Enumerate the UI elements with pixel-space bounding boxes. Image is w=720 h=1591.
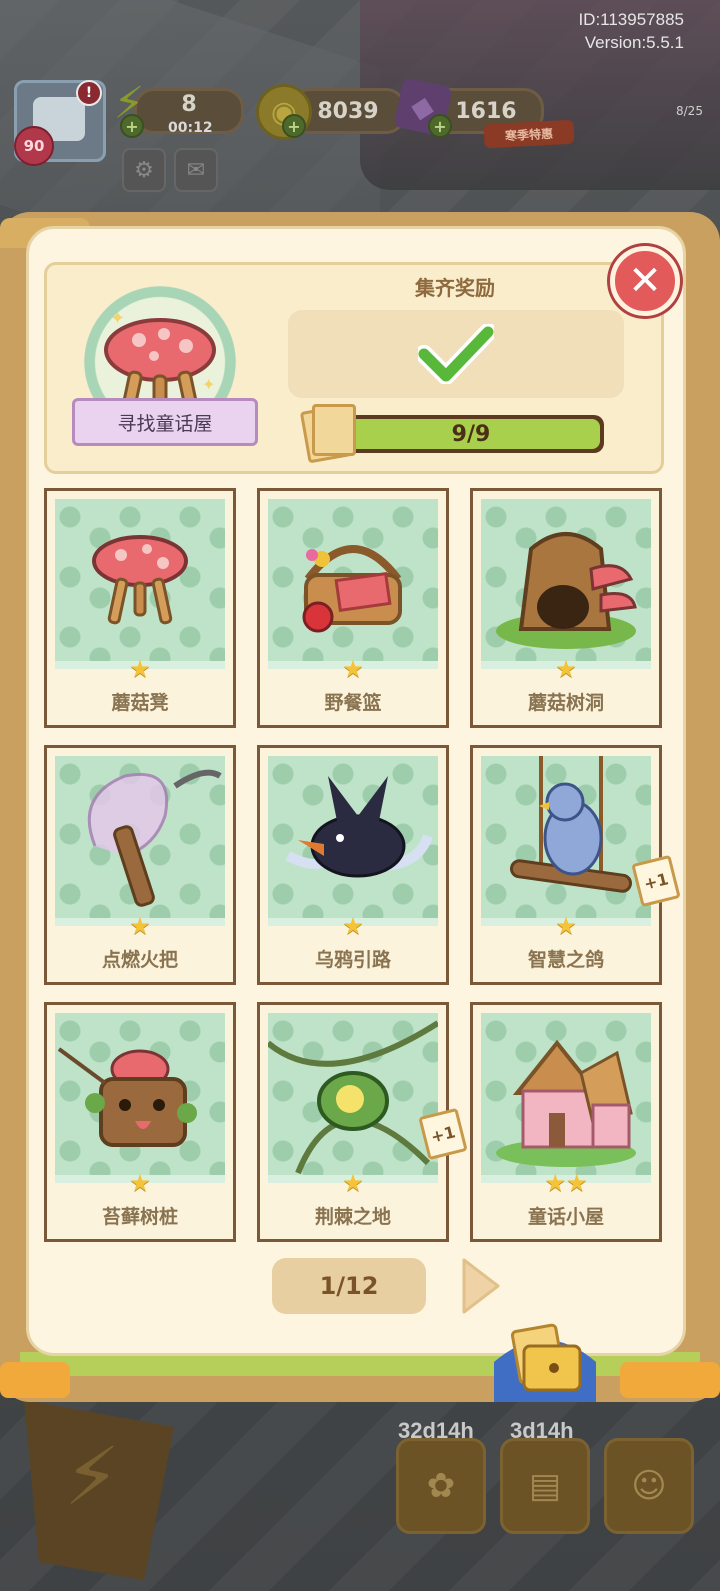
mail-icon[interactable]: ✉ — [174, 148, 218, 192]
svg-text:✦: ✦ — [202, 375, 215, 394]
album-card[interactable]: ★ 蘑菇凳 — [44, 488, 236, 728]
checkmark-icon — [288, 310, 624, 398]
version-label: Version:5.5.1 — [584, 33, 684, 52]
mushroom-tree-hollow-art — [496, 532, 637, 649]
settings-gear-icon[interactable]: ⚙ — [122, 148, 166, 192]
lightning-icon: ⚡ — [64, 1430, 121, 1523]
chevron-right-icon — [462, 1258, 500, 1314]
avatar-alert-icon: ! — [76, 80, 102, 106]
torch-art — [87, 769, 222, 907]
moss-stump-art — [57, 1047, 197, 1147]
card-name: 荆棘之地 — [314, 1206, 391, 1228]
collection-progress-bar: 9/9 — [338, 415, 604, 453]
album-card[interactable]: ★ 野餐篮 — [257, 488, 449, 728]
card-name: 野餐篮 — [324, 692, 382, 714]
album-card[interactable]: ★ 蘑菇树洞 — [470, 488, 662, 728]
book-corner-right — [620, 1362, 720, 1398]
card-name: 童话小屋 — [527, 1206, 604, 1228]
book-corner-left — [0, 1362, 70, 1398]
close-icon: ✕ — [628, 258, 662, 304]
album-button[interactable] — [490, 1322, 600, 1402]
card-artwork — [55, 756, 225, 926]
rarity-stars: ★★ — [544, 1169, 588, 1197]
card-name: 蘑菇树洞 — [527, 692, 604, 714]
add-gems-icon[interactable]: + — [428, 114, 452, 138]
add-coins-icon[interactable]: + — [282, 114, 306, 138]
event-progress: 8/25 — [676, 104, 703, 118]
card-name: 智慧之鸽 — [527, 949, 604, 971]
rarity-stars: ★ — [342, 912, 364, 940]
coin-value: 8039 — [317, 98, 379, 124]
thorn-land-art — [268, 1020, 438, 1175]
gem-value: 1616 — [455, 98, 517, 124]
progress-text: 9/9 — [451, 421, 491, 447]
card-artwork — [481, 756, 651, 926]
rarity-stars: ★ — [129, 655, 151, 683]
card-artwork — [268, 756, 438, 926]
energy-timer: 00:12 — [168, 120, 213, 136]
flower-event-button[interactable]: ✿ — [396, 1438, 486, 1534]
mushroom-stool-art — [92, 535, 188, 625]
next-page-button[interactable] — [458, 1256, 504, 1316]
build-info: ID:113957885 Version:5.5.1 — [578, 8, 684, 54]
event-sale-tag[interactable]: 寒季特惠 — [483, 119, 575, 149]
picnic-basket-art — [302, 545, 402, 633]
energy-value: 8 — [181, 91, 197, 117]
reward-box — [288, 310, 624, 398]
card-artwork — [268, 1013, 438, 1183]
card-artwork — [481, 1013, 651, 1183]
album-card[interactable]: ★ 点燃火把 — [44, 745, 236, 985]
card-artwork — [268, 499, 438, 669]
rarity-stars: ★ — [342, 655, 364, 683]
card-name: 乌鸦引路 — [314, 949, 391, 971]
card-name: 点燃火把 — [101, 949, 178, 971]
card-artwork — [55, 499, 225, 669]
reward-title: 集齐奖励 — [415, 276, 495, 300]
album-card[interactable]: ★★ 童话小屋 — [470, 1002, 662, 1242]
album-card[interactable]: ★ 苔藓树桩 — [44, 1002, 236, 1242]
card-artwork — [481, 499, 651, 669]
friends-button[interactable]: ☺ — [604, 1438, 694, 1534]
fairy-cottage-art — [496, 1039, 636, 1167]
player-level-badge: 90 — [14, 126, 54, 166]
rarity-stars: ★ — [555, 655, 577, 683]
close-button[interactable]: ✕ — [610, 246, 680, 316]
svg-text:✦: ✦ — [110, 308, 125, 329]
set-name-label: 寻找童话屋 — [72, 398, 258, 446]
card-name: 蘑菇凳 — [111, 692, 169, 714]
rarity-stars: ★ — [129, 1169, 151, 1197]
rarity-stars: ★ — [342, 1169, 364, 1197]
photo-album-icon — [494, 1323, 596, 1402]
player-id: ID:113957885 — [578, 10, 684, 29]
page-indicator: 1/12 — [272, 1258, 426, 1314]
card-artwork — [55, 1013, 225, 1183]
crow-art — [285, 776, 433, 878]
add-energy-icon[interactable]: + — [120, 114, 144, 138]
card-stack-icon — [299, 404, 360, 464]
card-event-button[interactable]: ▤ — [500, 1438, 590, 1534]
album-card[interactable]: ★ 乌鸦引路 — [257, 745, 449, 985]
dove-art — [510, 756, 632, 893]
card-name: 苔藓树桩 — [101, 1206, 178, 1228]
rarity-stars: ★ — [555, 912, 577, 940]
rarity-stars: ★ — [129, 912, 151, 940]
